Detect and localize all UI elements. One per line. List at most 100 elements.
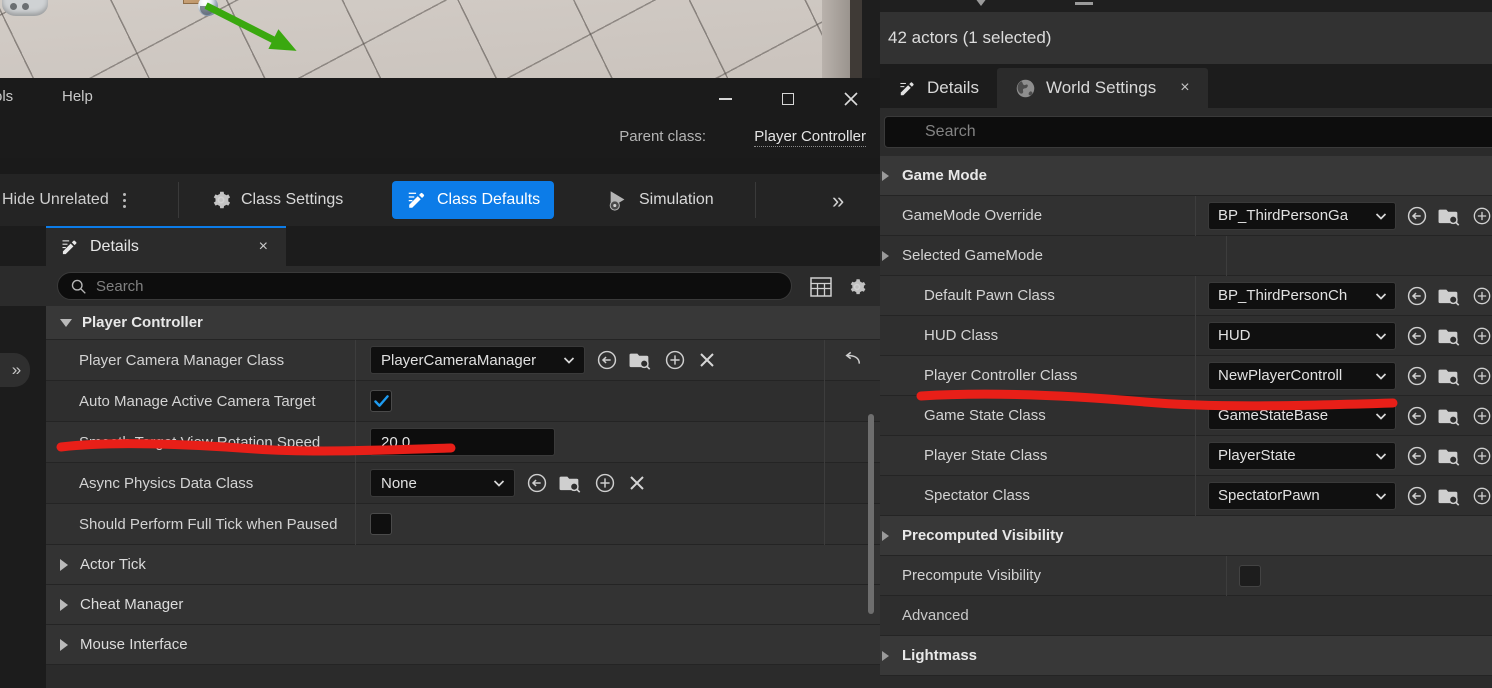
browse-to-asset-icon[interactable] [1406, 365, 1428, 387]
close-button[interactable] [828, 78, 874, 120]
class-defaults-button[interactable]: Class Defaults [392, 181, 555, 219]
smooth-target-view-rotation-speed-input[interactable]: 20.0 [370, 428, 555, 456]
folder-search-icon[interactable] [1438, 285, 1462, 307]
details-vertical-scrollbar[interactable] [868, 414, 874, 614]
table-row[interactable]: Default Pawn Class BP_ThirdPersonCh [880, 275, 1492, 316]
folder-search-icon[interactable] [1438, 405, 1462, 427]
browse-to-asset-icon[interactable] [1406, 285, 1428, 307]
plus-circle-icon[interactable] [1472, 366, 1492, 386]
gamepad-mesh[interactable] [2, 0, 48, 16]
table-row[interactable]: Player Camera Manager Class PlayerCamera… [46, 339, 880, 381]
spectator-class-dropdown[interactable]: SpectatorPawn [1208, 481, 1396, 510]
world-settings-search-input[interactable]: Search [884, 116, 1492, 148]
kebab-menu-icon[interactable] [119, 192, 130, 208]
tab-details-close-icon[interactable]: × [259, 238, 268, 256]
table-row[interactable]: Should Perform Full Tick when Paused [46, 503, 880, 545]
browse-to-asset-icon[interactable] [1406, 445, 1428, 467]
chevron-right-icon [60, 638, 68, 651]
plus-circle-icon[interactable] [664, 349, 686, 371]
toolbar-overflow-chevron-icon[interactable]: » [832, 188, 844, 214]
class-settings-button[interactable]: Class Settings [196, 181, 357, 219]
plus-circle-icon[interactable] [594, 472, 616, 494]
table-view-icon[interactable] [810, 277, 832, 297]
plus-circle-icon[interactable] [1472, 486, 1492, 506]
plus-circle-icon[interactable] [1472, 406, 1492, 426]
category-mouse-interface[interactable]: Mouse Interface [46, 625, 880, 665]
hide-unrelated-button[interactable]: Hide Unrelated [0, 174, 142, 226]
tab-details[interactable]: Details × [46, 226, 286, 266]
browse-to-asset-icon[interactable] [526, 472, 548, 494]
clear-x-icon[interactable] [627, 473, 647, 493]
folder-search-icon[interactable] [1438, 365, 1462, 387]
expand-sidebar-button[interactable]: » [0, 353, 30, 387]
category-precomputed-visibility[interactable]: Precomputed Visibility [880, 516, 1492, 556]
browse-to-asset-icon[interactable] [596, 349, 618, 371]
table-row[interactable]: Player Controller Class NewPlayerControl… [880, 355, 1492, 396]
table-row[interactable]: Async Physics Data Class None [46, 462, 880, 504]
category-mouse-interface-label: Mouse Interface [80, 636, 188, 653]
category-game-mode[interactable]: Game Mode [880, 156, 1492, 196]
parent-class-link[interactable]: Player Controller [754, 128, 866, 147]
gamemode-override-dropdown[interactable]: BP_ThirdPersonGa [1208, 201, 1396, 230]
menu-tools[interactable]: ols [0, 88, 13, 105]
plus-circle-icon[interactable] [1472, 206, 1492, 226]
settings-gear-icon[interactable] [846, 276, 868, 298]
chevron-down-icon [1375, 332, 1387, 340]
property-value-cell: NewPlayerControll [1196, 361, 1492, 390]
menu-help[interactable]: Help [62, 88, 93, 105]
advanced-label: Advanced [902, 607, 969, 624]
plus-circle-icon[interactable] [1472, 446, 1492, 466]
browse-to-asset-icon[interactable] [1406, 485, 1428, 507]
category-lightmass[interactable]: Lightmass [880, 636, 1492, 676]
precompute-visibility-checkbox[interactable] [1239, 564, 1261, 587]
search-input[interactable]: Search [57, 272, 792, 300]
table-row[interactable]: Smooth Target View Rotation Speed 20.0 [46, 421, 880, 463]
category-player-controller[interactable]: Player Controller [46, 306, 880, 340]
folder-search-icon[interactable] [1438, 445, 1462, 467]
simulation-button[interactable]: Simulation [592, 181, 728, 219]
folder-search-icon[interactable] [1438, 205, 1462, 227]
folder-search-icon[interactable] [1438, 325, 1462, 347]
table-row[interactable]: GameMode Override BP_ThirdPersonGa [880, 195, 1492, 236]
plus-circle-icon[interactable] [1472, 326, 1492, 346]
toolbar-divider-1 [178, 182, 179, 218]
property-label: HUD Class [880, 315, 1196, 356]
table-row[interactable]: Auto Manage Active Camera Target [46, 380, 880, 422]
table-row[interactable]: Player State Class PlayerState [880, 435, 1492, 476]
folder-search-icon[interactable] [1438, 485, 1462, 507]
table-row[interactable]: Spectator Class SpectatorPawn [880, 475, 1492, 516]
browse-to-asset-icon[interactable] [1406, 405, 1428, 427]
category-actor-tick[interactable]: Actor Tick [46, 545, 880, 585]
player-state-class-dropdown[interactable]: PlayerState [1208, 441, 1396, 470]
minimize-button[interactable] [702, 78, 748, 120]
tab-world-settings[interactable]: World Settings × [996, 68, 1208, 108]
tab-world-settings-close-icon[interactable]: × [1180, 79, 1189, 97]
table-row[interactable]: HUD Class HUD [880, 315, 1492, 356]
level-viewport[interactable] [0, 0, 862, 78]
hud-class-dropdown[interactable]: HUD [1208, 321, 1396, 350]
plus-circle-icon[interactable] [1472, 286, 1492, 306]
folder-search-icon[interactable] [629, 349, 653, 371]
table-row[interactable]: Selected GameMode [880, 235, 1492, 276]
chevron-right-icon [882, 650, 889, 661]
category-cheat-manager[interactable]: Cheat Manager [46, 585, 880, 625]
maximize-button[interactable] [765, 78, 811, 120]
browse-to-asset-icon[interactable] [1406, 205, 1428, 227]
should-perform-full-tick-when-paused-checkbox[interactable] [370, 513, 392, 535]
game-state-class-dropdown[interactable]: GameStateBase [1208, 401, 1396, 430]
async-physics-data-class-dropdown[interactable]: None [370, 469, 515, 497]
tab-details[interactable]: Details [880, 68, 997, 108]
player-controller-class-dropdown[interactable]: NewPlayerControll [1208, 361, 1396, 390]
player-camera-manager-class-dropdown[interactable]: PlayerCameraManager [370, 346, 585, 374]
app-root: ols Help Parent class: Player Controller… [0, 0, 1492, 688]
advanced-row[interactable]: Advanced [880, 596, 1492, 636]
auto-manage-active-camera-target-checkbox[interactable] [370, 390, 392, 412]
browse-to-asset-icon[interactable] [1406, 325, 1428, 347]
clear-x-icon[interactable] [697, 350, 717, 370]
default-pawn-class-dropdown[interactable]: BP_ThirdPersonCh [1208, 281, 1396, 310]
table-row[interactable]: Game State Class GameStateBase [880, 395, 1492, 436]
folder-search-icon[interactable] [559, 472, 583, 494]
table-row[interactable]: Precompute Visibility [880, 555, 1492, 596]
reset-to-default-button[interactable] [824, 339, 880, 381]
property-label: Smooth Target View Rotation Speed [46, 421, 356, 463]
